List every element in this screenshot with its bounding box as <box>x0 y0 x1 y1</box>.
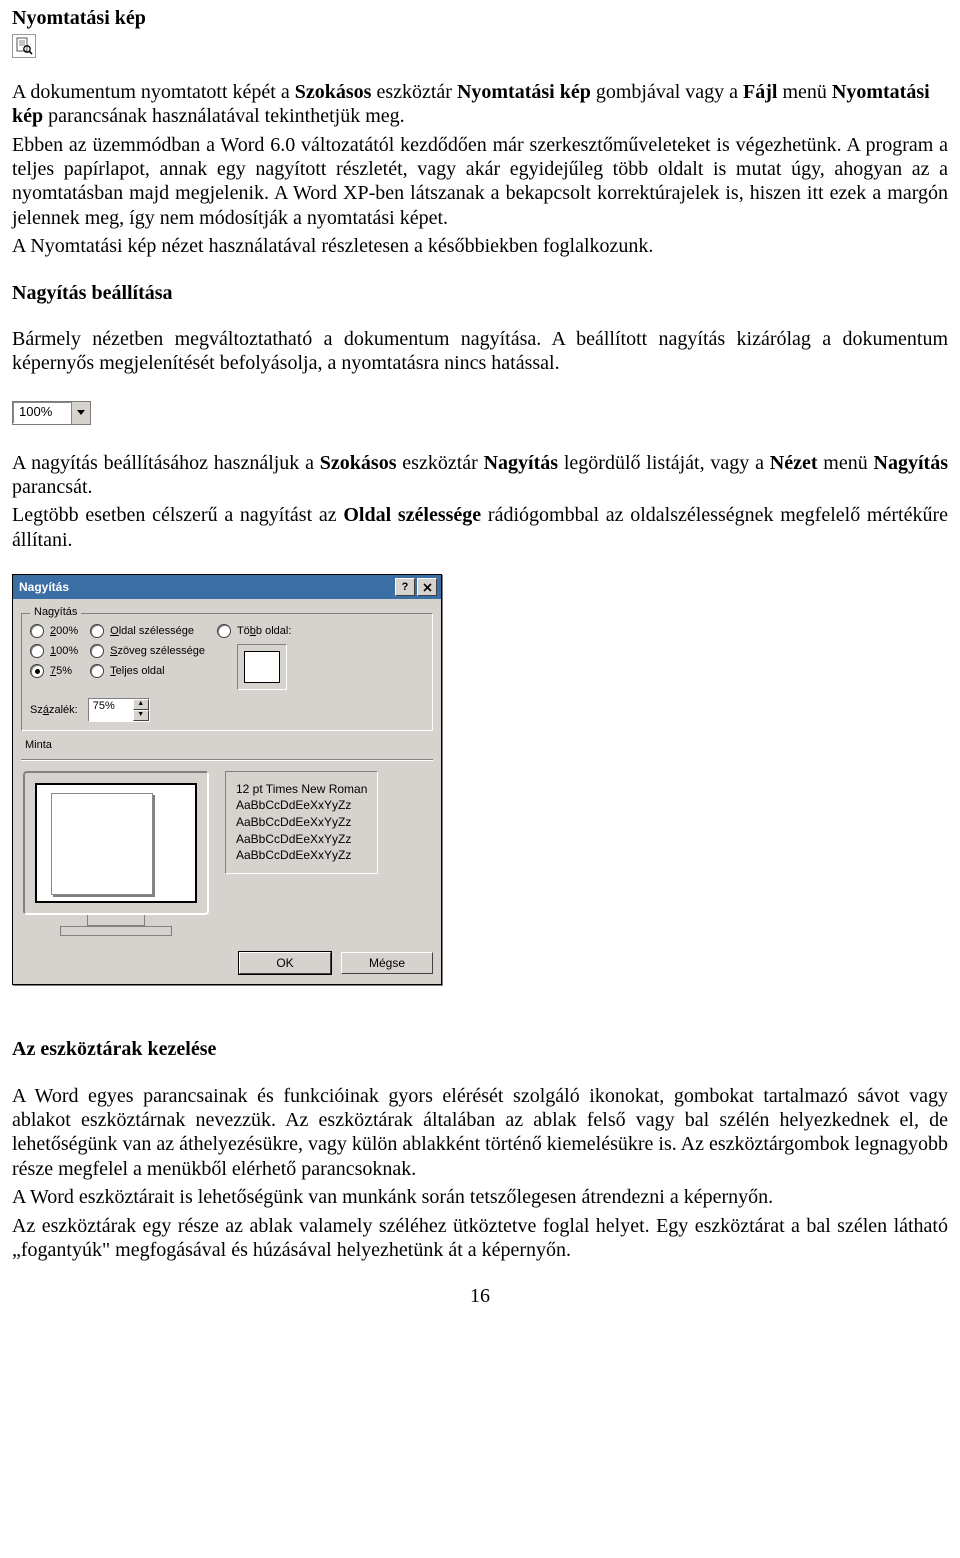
radio-option[interactable]: 200% <box>30 624 78 638</box>
zoom-dropdown[interactable]: 100% <box>12 401 91 425</box>
radio-icon <box>90 664 104 678</box>
dialog-titlebar: Nagyítás ? <box>13 575 441 599</box>
body-para-9: Az eszköztárak egy része az ablak valame… <box>12 1214 948 1263</box>
radio-label: 75% <box>50 665 72 678</box>
zoom-group-legend: Nagyítás <box>30 606 81 619</box>
zoom-dialog: Nagyítás ? Nagyítás 200% 100% 75% Oldal sz… <box>12 574 442 985</box>
radio-icon <box>30 644 44 658</box>
spin-up-icon[interactable]: ▲ <box>133 699 149 710</box>
page-number: 16 <box>12 1284 948 1308</box>
close-button[interactable] <box>417 578 437 596</box>
body-para-8: A Word eszköztárait is lehetőségünk van … <box>12 1185 948 1209</box>
preview-line: AaBbCcDdEeXxYyZz <box>236 798 367 813</box>
preview-line: AaBbCcDdEeXxYyZz <box>236 848 367 863</box>
monitor-preview-icon <box>23 771 209 936</box>
help-button[interactable]: ? <box>395 578 415 596</box>
preview-line: AaBbCcDdEeXxYyZz <box>236 815 367 830</box>
body-para-4: Bármely nézetben megváltoztatható a doku… <box>12 327 948 376</box>
preview-area: 12 pt Times New Roman AaBbCcDdEeXxYyZzAa… <box>21 767 433 942</box>
radio-option[interactable]: 100% <box>30 644 78 658</box>
body-para-1: A dokumentum nyomtatott képét a Szokásos… <box>12 80 948 129</box>
radio-option[interactable]: Szöveg szélessége <box>90 644 205 658</box>
dialog-title-text: Nagyítás <box>19 580 69 595</box>
chevron-down-icon[interactable] <box>71 402 90 424</box>
percent-label: Százalék: <box>30 704 78 717</box>
print-preview-icon <box>12 34 36 58</box>
heading-nagyitas: Nagyítás beállítása <box>12 281 948 305</box>
radio-label: 200% <box>50 625 78 638</box>
body-para-3: A Nyomtatási kép nézet használatával rés… <box>12 234 948 258</box>
preview-font-label: 12 pt Times New Roman <box>236 782 367 797</box>
heading-eszkoztarak: Az eszköztárak kezelése <box>12 1037 948 1061</box>
heading-nyomtatasi-kep: Nyomtatási kép <box>12 6 948 30</box>
radio-label: Szöveg szélessége <box>110 645 205 658</box>
radio-option[interactable]: 75% <box>30 664 78 678</box>
spin-down-icon[interactable]: ▼ <box>133 710 149 721</box>
radio-label: Oldal szélessége <box>110 625 194 638</box>
zoom-group: Nagyítás 200%100%75% Oldal szélességeSzö… <box>21 613 433 731</box>
body-para-6: Legtöbb esetben célszerű a nagyítást az … <box>12 503 948 552</box>
percent-value: 75% <box>89 699 133 721</box>
radio-col-fit: Oldal szélessége Szöveg szélessége Teljes … <box>90 624 205 690</box>
cancel-button[interactable]: Mégse <box>341 952 433 975</box>
percent-spinner[interactable]: 75% ▲ ▼ <box>88 698 150 722</box>
multipage-picker[interactable] <box>237 644 287 690</box>
radio-icon <box>217 624 231 638</box>
radio-col-percent: 200% 100% 75% <box>30 624 78 690</box>
document-page: Nyomtatási kép A dokumentum nyomtatott k… <box>0 0 960 1337</box>
body-para-2: Ebben az üzemmódban a Word 6.0 változatá… <box>12 133 948 231</box>
radio-icon <box>90 644 104 658</box>
radio-icon <box>90 624 104 638</box>
ok-button[interactable]: OK <box>239 952 331 975</box>
radio-label: 100% <box>50 645 78 658</box>
font-preview-box: 12 pt Times New Roman AaBbCcDdEeXxYyZzAa… <box>225 771 378 874</box>
radio-multipage[interactable]: Több oldal: <box>217 624 291 638</box>
preview-line: AaBbCcDdEeXxYyZz <box>236 832 367 847</box>
zoom-dropdown-value: 100% <box>13 402 71 424</box>
body-para-5: A nagyítás beállításához használjuk a Sz… <box>12 451 948 500</box>
radio-option[interactable]: Teljes oldal <box>90 664 205 678</box>
radio-icon <box>30 624 44 638</box>
radio-label: Több oldal: <box>237 625 291 638</box>
body-para-7: A Word egyes parancsainak és funkcióinak… <box>12 1084 948 1182</box>
radio-col-multi: Több oldal: <box>217 624 291 690</box>
radio-label: Teljes oldal <box>110 665 164 678</box>
radio-icon <box>30 664 44 678</box>
radio-option[interactable]: Oldal szélessége <box>90 624 205 638</box>
minta-label: Minta <box>21 737 433 752</box>
